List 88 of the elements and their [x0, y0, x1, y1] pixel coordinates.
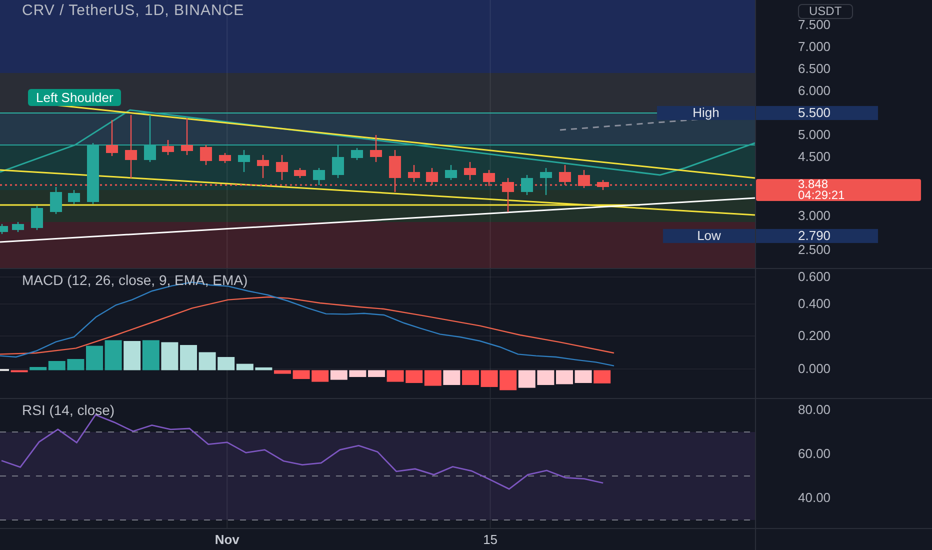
high-label: High [657, 106, 755, 120]
candle [181, 118, 193, 155]
candle [408, 165, 420, 182]
histogram-bar [142, 340, 160, 370]
candle [483, 170, 495, 186]
candle [597, 180, 609, 190]
histogram-bar [462, 370, 479, 385]
histogram-bar [104, 340, 122, 370]
histogram-bar [198, 352, 216, 370]
histogram-bar [349, 370, 366, 377]
candle [540, 168, 552, 195]
histogram-bar [480, 370, 498, 387]
histogram-bar [518, 370, 536, 388]
chart-title: CRV / TetherUS, 1D, BINANCE [22, 2, 244, 19]
candle [200, 145, 212, 165]
last-price: 3.848 [798, 179, 828, 190]
rsi-tick: 60.00 [798, 446, 831, 462]
candle [351, 148, 363, 160]
bar-countdown: 04:29:21 [798, 190, 846, 201]
currency-button[interactable]: USDT [798, 4, 853, 19]
rsi-tick: 80.00 [798, 402, 831, 418]
histogram-bar [255, 367, 272, 370]
low-label: Low [663, 229, 755, 243]
candle [464, 162, 476, 180]
candle [276, 155, 288, 180]
candle [257, 155, 269, 178]
histogram-bar [424, 370, 442, 386]
high-price-label: 5.500 [756, 106, 878, 120]
candle [521, 175, 533, 195]
indicator-title: RSI (14, close) [22, 402, 115, 418]
histogram-bar [180, 345, 197, 370]
histogram-bar [312, 370, 329, 382]
candle [389, 150, 401, 192]
histogram-bar [386, 370, 404, 382]
histogram-bar [594, 370, 611, 384]
macd-tick: 0.400 [798, 296, 831, 312]
price-tick: 7.500 [798, 17, 831, 33]
candle [106, 120, 118, 156]
histogram-bar [161, 342, 178, 370]
candle [68, 190, 80, 204]
candle [559, 165, 571, 185]
candle [445, 165, 457, 180]
pattern-label: Left Shoulder [28, 89, 122, 106]
candle [294, 168, 306, 178]
candle [370, 135, 382, 162]
candle [219, 153, 231, 163]
histogram-bar [330, 370, 348, 380]
price-tick: 6.000 [798, 83, 831, 99]
candle [313, 168, 325, 185]
candle [12, 222, 24, 232]
candle [144, 115, 156, 162]
price-tick: 5.000 [798, 127, 831, 143]
histogram-bar [292, 370, 310, 379]
histogram-bar [556, 370, 573, 384]
histogram-bar [500, 370, 517, 390]
candle [87, 143, 99, 204]
histogram-bar [574, 370, 592, 383]
candle [162, 140, 174, 155]
low-price-label: 2.790 [756, 229, 878, 243]
price-tick: 7.000 [798, 39, 831, 55]
candle [578, 170, 590, 188]
histogram-bar [274, 370, 291, 374]
price-tick: 3.000 [798, 208, 831, 224]
time-tick: Nov [214, 532, 240, 547]
candle [238, 150, 250, 172]
macd-tick: 0.000 [798, 361, 831, 377]
price-tick: 2.500 [798, 242, 831, 258]
candle [31, 206, 43, 230]
rsi-tick: 40.00 [798, 490, 831, 506]
candle [50, 187, 62, 214]
histogram-bar [10, 370, 28, 372]
histogram-bar [124, 341, 141, 370]
macd-tick: 0.200 [798, 328, 831, 344]
candle [0, 224, 8, 234]
histogram-bar [86, 346, 103, 370]
histogram-bar [368, 370, 385, 377]
histogram-bar [443, 370, 460, 385]
histogram-bar [537, 370, 554, 385]
candle [125, 115, 137, 178]
time-tick: 15 [483, 532, 498, 547]
price-tick: 6.500 [798, 61, 831, 77]
candle [332, 145, 344, 178]
candle [426, 168, 438, 185]
macd-tick: 0.600 [798, 269, 831, 285]
histogram-bar [67, 359, 84, 370]
candle [502, 178, 514, 212]
price-tick: 4.500 [798, 149, 831, 165]
histogram-bar [406, 370, 423, 383]
